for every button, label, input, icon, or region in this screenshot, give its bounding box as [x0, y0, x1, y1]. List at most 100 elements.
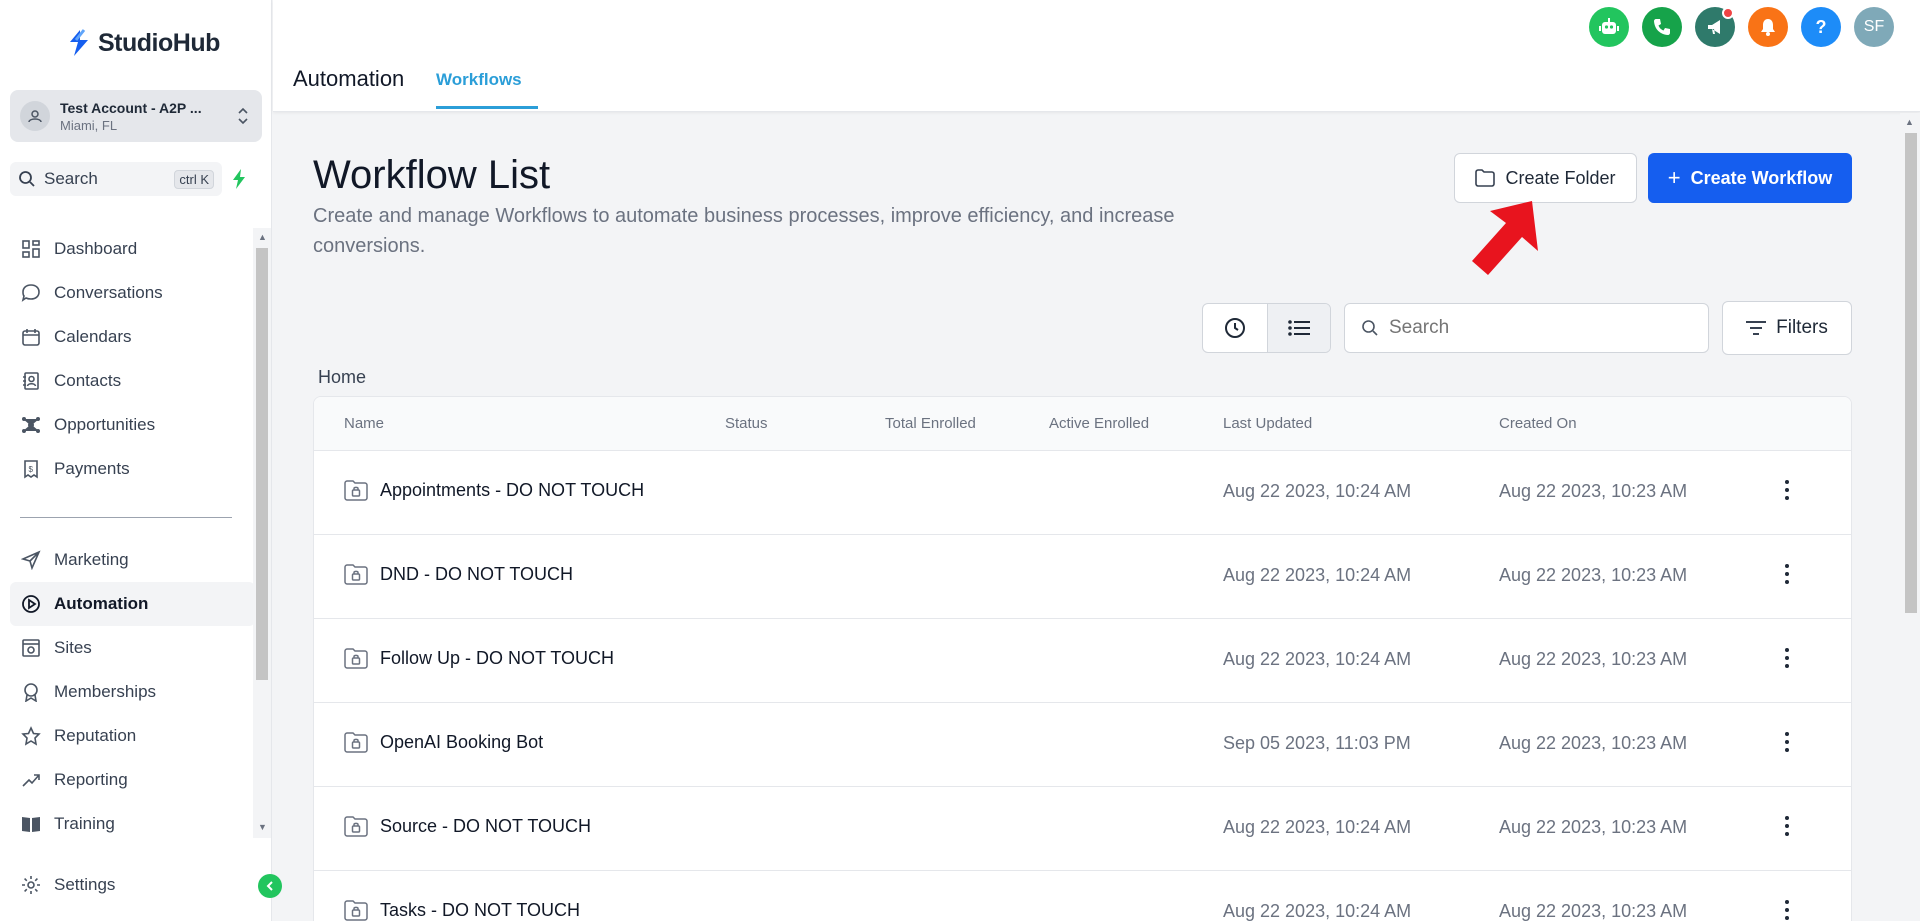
sidebar-scrollbar[interactable]: ▲ ▼ [253, 228, 271, 838]
robot-icon [1599, 18, 1619, 34]
nav-item-reporting[interactable]: Reporting [10, 758, 255, 802]
locked-folder-icon [344, 648, 368, 669]
col-created-on[interactable]: Created On [1499, 415, 1577, 432]
nav-item-payments[interactable]: $ Payments [10, 447, 255, 491]
user-avatar[interactable]: SF [1854, 7, 1894, 47]
ai-bot-button[interactable] [1589, 7, 1629, 47]
created-on-cell: Aug 22 2023, 10:23 AM [1499, 565, 1688, 585]
create-folder-button[interactable]: Create Folder [1454, 153, 1637, 203]
more-vertical-icon [1785, 816, 1789, 836]
nav-item-sites[interactable]: Sites [10, 626, 255, 670]
filters-button[interactable]: Filters [1722, 301, 1852, 355]
nav-item-memberships[interactable]: Memberships [10, 670, 255, 714]
notifications-button[interactable] [1748, 7, 1788, 47]
table-row[interactable]: Source - DO NOT TOUCH Aug 22 2023, 10:24… [314, 787, 1851, 871]
workflow-name-cell[interactable]: Follow Up - DO NOT TOUCH [344, 647, 614, 669]
locked-folder-icon [344, 816, 368, 837]
col-total-enrolled[interactable]: Total Enrolled [885, 415, 976, 432]
plus-icon: + [1667, 165, 1681, 190]
main-scroll-thumb[interactable] [1905, 133, 1917, 613]
workflow-name-cell[interactable]: OpenAI Booking Bot [344, 731, 543, 753]
nav-label: Training [54, 814, 115, 833]
col-name[interactable]: Name [344, 415, 384, 432]
nav-item-automation[interactable]: Automation [10, 582, 255, 626]
locked-folder-icon [344, 564, 368, 585]
more-vertical-icon [1785, 732, 1789, 752]
created-on-cell: Aug 22 2023, 10:23 AM [1499, 817, 1688, 837]
filter-icon [1746, 321, 1767, 335]
col-status[interactable]: Status [725, 415, 768, 432]
created-on-cell: Aug 22 2023, 10:23 AM [1499, 901, 1688, 921]
send-icon [20, 549, 42, 571]
nav-item-opportunities[interactable]: Opportunities [10, 403, 255, 447]
table-row[interactable]: Follow Up - DO NOT TOUCH Aug 22 2023, 10… [314, 619, 1851, 703]
chevron-left-icon [266, 881, 273, 891]
phone-button[interactable] [1642, 7, 1682, 47]
workflow-name-cell[interactable]: Source - DO NOT TOUCH [344, 815, 591, 837]
create-workflow-label: Create Workflow [1690, 167, 1833, 188]
sidebar-scroll-thumb[interactable] [256, 248, 268, 680]
svg-text:$: $ [29, 465, 34, 474]
help-button[interactable]: ? [1801, 7, 1841, 47]
row-actions-button[interactable] [1784, 647, 1790, 674]
nav-label: Conversations [54, 283, 163, 302]
nav-label: Marketing [54, 550, 129, 569]
workflow-name-cell[interactable]: Appointments - DO NOT TOUCH [344, 479, 644, 501]
nav-item-marketing[interactable]: Marketing [10, 538, 255, 582]
nav-item-settings[interactable]: Settings [10, 863, 255, 907]
col-active-enrolled[interactable]: Active Enrolled [1049, 415, 1149, 432]
search-icon [19, 171, 35, 187]
nav-item-dashboard[interactable]: Dashboard [10, 227, 255, 271]
scroll-up-icon[interactable]: ▲ [1905, 117, 1914, 127]
brand-logo[interactable]: StudioHub [66, 28, 220, 58]
list-view-button[interactable] [1266, 304, 1330, 352]
nav-item-contacts[interactable]: Contacts [10, 359, 255, 403]
star-icon [20, 725, 42, 747]
folder-icon [1475, 169, 1496, 187]
workflow-name-cell[interactable]: DND - DO NOT TOUCH [344, 563, 573, 585]
table-row[interactable]: Appointments - DO NOT TOUCH Aug 22 2023,… [314, 451, 1851, 535]
announcements-button[interactable] [1695, 7, 1735, 47]
breadcrumb[interactable]: Home [318, 367, 366, 388]
quick-action-bolt-icon[interactable] [232, 168, 246, 190]
nav-item-reputation[interactable]: Reputation [10, 714, 255, 758]
row-actions-button[interactable] [1784, 815, 1790, 842]
top-bar: Automation Workflows ? SF [273, 0, 1920, 112]
megaphone-icon [1708, 20, 1720, 34]
table-row[interactable]: Tasks - DO NOT TOUCH Aug 22 2023, 10:24 … [314, 871, 1851, 921]
create-workflow-button[interactable]: + Create Workflow [1648, 153, 1852, 203]
scroll-down-icon[interactable]: ▼ [258, 822, 267, 832]
row-actions-button[interactable] [1784, 563, 1790, 590]
nav-label: Sites [54, 638, 92, 657]
clock-icon [1224, 318, 1245, 338]
locked-folder-icon [344, 732, 368, 753]
row-actions-button[interactable] [1784, 479, 1790, 506]
account-switcher[interactable]: Test Account - A2P ... Miami, FL [10, 90, 262, 142]
workflow-name-cell[interactable]: Tasks - DO NOT TOUCH [344, 899, 580, 921]
locked-folder-icon [344, 480, 368, 501]
nav-label: Payments [54, 459, 130, 478]
row-actions-button[interactable] [1784, 899, 1790, 921]
workflow-search[interactable] [1344, 303, 1709, 353]
chevron-updown-icon [238, 107, 248, 125]
nav-item-conversations[interactable]: Conversations [10, 271, 255, 315]
col-last-updated[interactable]: Last Updated [1223, 415, 1312, 432]
collapse-sidebar-button[interactable] [258, 874, 282, 898]
recent-view-button[interactable] [1203, 304, 1267, 352]
tab-workflows[interactable]: Workflows [436, 70, 522, 90]
scroll-up-icon[interactable]: ▲ [258, 232, 267, 242]
sidebar-search[interactable]: Search ctrl K [10, 162, 222, 196]
active-tab-indicator [436, 106, 538, 109]
nav-label: Contacts [54, 371, 122, 390]
workflow-name: Tasks - DO NOT TOUCH [380, 899, 581, 920]
table-row[interactable]: DND - DO NOT TOUCH Aug 22 2023, 10:24 AM… [314, 535, 1851, 619]
workflow-search-input[interactable] [1389, 317, 1689, 339]
table-row[interactable]: OpenAI Booking Bot Sep 05 2023, 11:03 PM… [314, 703, 1851, 787]
main-scrollbar[interactable]: ▲ [1900, 113, 1920, 921]
nav-label: Memberships [54, 682, 157, 701]
nav-label: Dashboard [54, 239, 138, 258]
nav-item-training[interactable]: Training [10, 802, 255, 846]
last-updated-cell: Sep 05 2023, 11:03 PM [1223, 733, 1411, 753]
row-actions-button[interactable] [1784, 731, 1790, 758]
nav-item-calendars[interactable]: Calendars [10, 315, 255, 359]
